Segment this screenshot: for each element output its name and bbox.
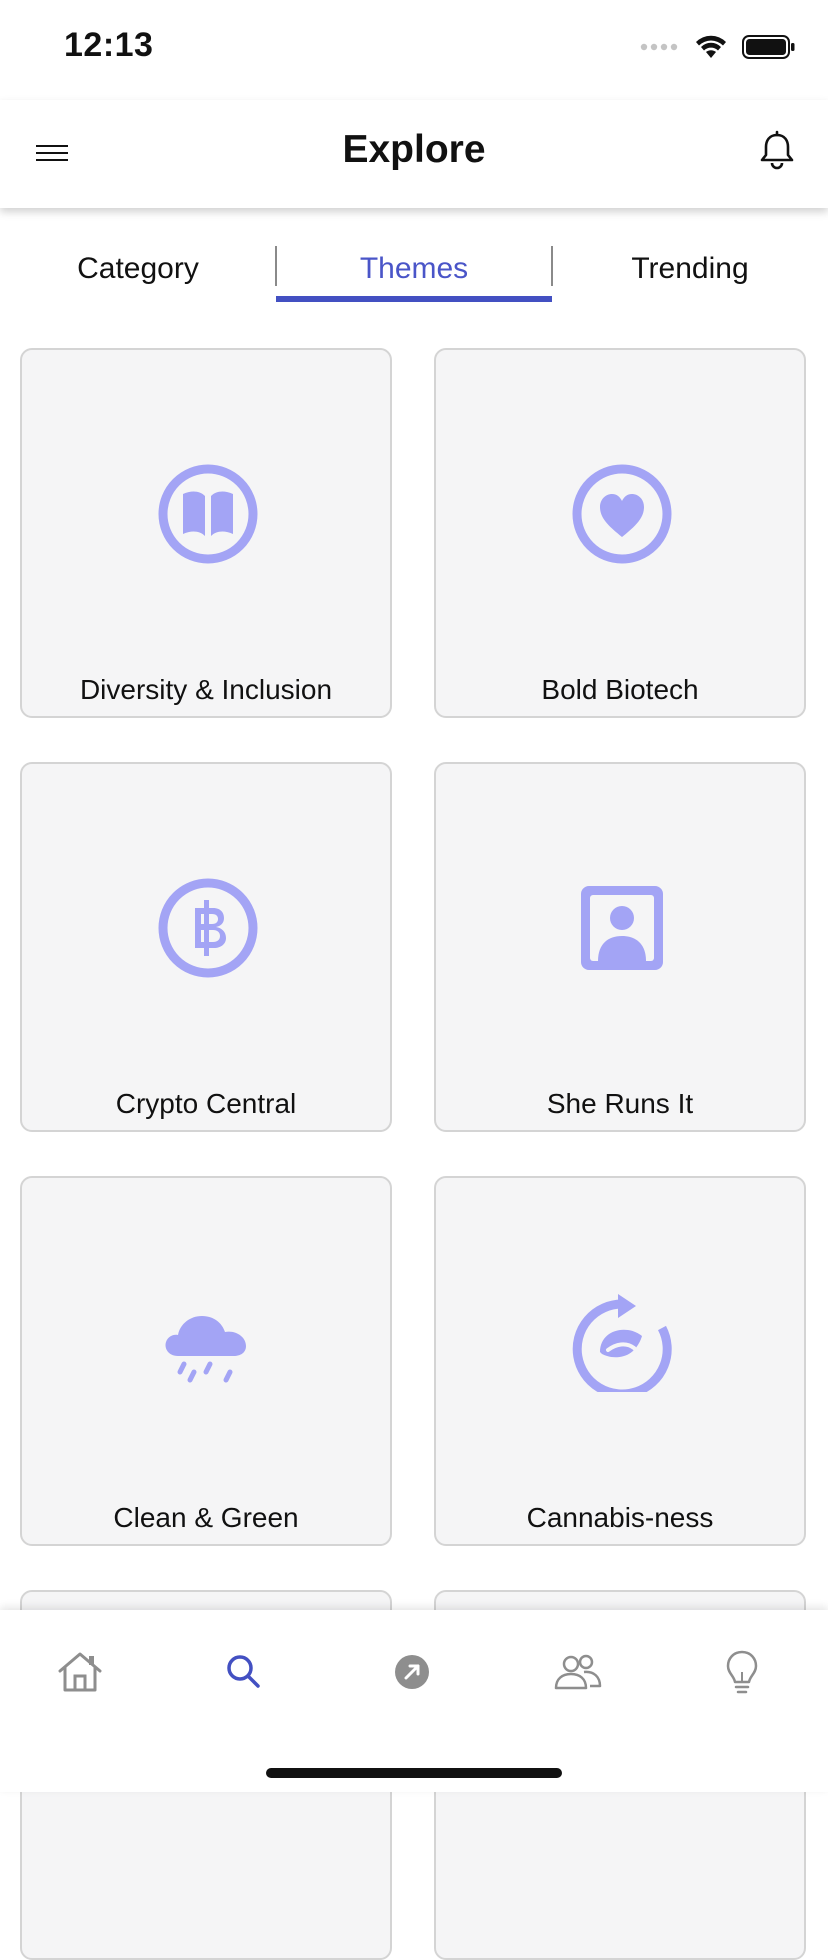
baht-coin-icon: [158, 878, 258, 978]
theme-card-cannabis-ness[interactable]: Cannabis-ness: [434, 1176, 806, 1546]
status-bar: 12:13: [0, 0, 828, 100]
search-icon: [227, 1655, 260, 1688]
tab-category[interactable]: Category: [0, 208, 276, 304]
page-title: Explore: [342, 128, 486, 171]
bell-icon: [760, 130, 794, 170]
theme-card-bold-biotech[interactable]: Bold Biotech: [434, 348, 806, 718]
arrow-up-right-icon: [395, 1655, 429, 1689]
nav-ideas[interactable]: [714, 1644, 770, 1700]
lightbulb-icon: [726, 1650, 758, 1694]
theme-card-she-runs-it[interactable]: She Runs It: [434, 762, 806, 1132]
home-icon: [58, 1652, 102, 1692]
tab-themes[interactable]: Themes: [276, 208, 552, 304]
active-tab-indicator: [276, 296, 552, 302]
theme-label: She Runs It: [546, 1088, 694, 1119]
signal-icon: [640, 43, 678, 51]
status-indicators: [640, 34, 796, 60]
theme-label: Crypto Central: [115, 1088, 297, 1119]
status-time: 12:13: [64, 26, 154, 64]
theme-card-diversity-inclusion[interactable]: Diversity & Inclusion: [20, 348, 392, 718]
nav-trade[interactable]: [384, 1644, 440, 1700]
person-portrait-icon: [581, 886, 663, 970]
battery-icon: [742, 35, 795, 59]
tab-bar: Category Themes Trending: [0, 208, 828, 304]
theme-card-clean-green[interactable]: Clean & Green: [20, 1176, 392, 1546]
theme-label: Bold Biotech: [541, 674, 699, 705]
nav-explore[interactable]: [216, 1644, 272, 1700]
heart-icon: [572, 464, 672, 564]
tab-trending[interactable]: Trending: [552, 208, 828, 304]
theme-card-crypto-central[interactable]: Crypto Central: [20, 762, 392, 1132]
home-indicator: [266, 1768, 562, 1778]
theme-label: Diversity & Inclusion: [79, 674, 333, 705]
wifi-icon: [696, 35, 726, 58]
book-icon: [158, 464, 258, 564]
bottom-nav: [0, 1610, 828, 1792]
people-icon: [554, 1654, 602, 1690]
nav-home[interactable]: [52, 1644, 108, 1700]
theme-label: Clean & Green: [113, 1502, 299, 1533]
nav-community[interactable]: [550, 1644, 606, 1700]
leaf-cycle-icon: [572, 1294, 672, 1392]
theme-label: Cannabis-ness: [526, 1502, 714, 1533]
app-header: Explore: [0, 100, 828, 208]
cloud-rain-icon: [165, 1316, 246, 1383]
notifications-button[interactable]: [756, 130, 798, 172]
